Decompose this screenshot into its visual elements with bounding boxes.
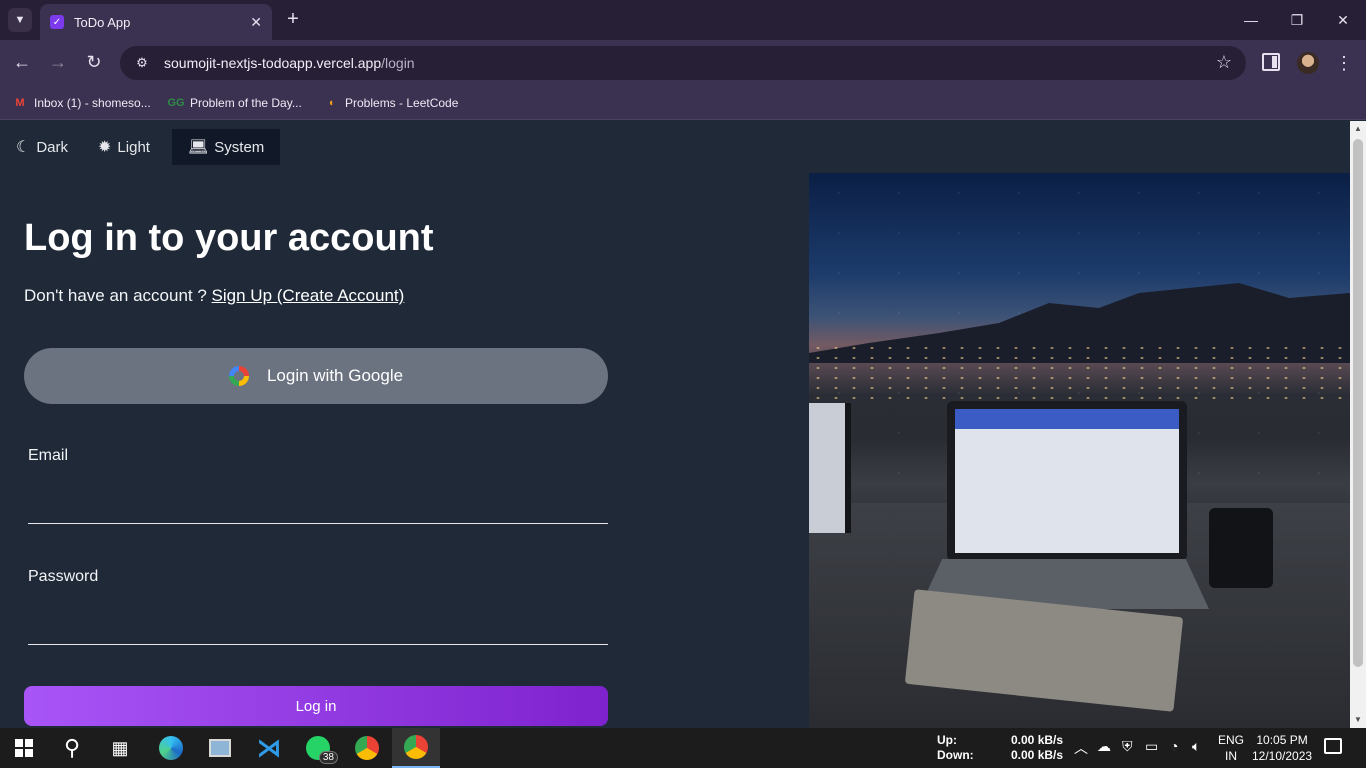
whatsapp-badge: 38 <box>318 751 338 764</box>
download-value: 0.00 kB/s <box>1011 748 1064 762</box>
search-icon[interactable]: ⚲ <box>56 732 88 764</box>
password-label: Password <box>28 568 99 585</box>
network-speed-values: 0.00 kB/s 0.00 kB/s <box>1011 733 1063 763</box>
upload-value: 0.00 kB/s <box>1011 733 1064 747</box>
region-code: IN <box>1225 749 1237 763</box>
scroll-thumb[interactable] <box>1353 139 1363 667</box>
tab-title: ToDo App <box>74 14 131 30</box>
forward-arrow-icon[interactable]: → <box>44 48 72 76</box>
task-view-icon[interactable]: ▦ <box>104 732 136 764</box>
bookmark-leetcode[interactable]: ◖ Problems - LeetCode <box>323 92 459 114</box>
google-icon <box>228 366 249 386</box>
browser-menu-icon[interactable]: ⋮ <box>1334 48 1354 78</box>
email-label: Email <box>28 447 69 464</box>
chrome-active-icon[interactable] <box>392 728 440 768</box>
network-speed-labels: Up: Down: <box>937 733 974 763</box>
language-code: ENG <box>1218 733 1245 747</box>
reload-icon[interactable]: ↻ <box>80 48 108 76</box>
google-button-label: Login with Google <box>266 366 404 385</box>
bookmark-label: Problems - LeetCode <box>345 96 459 110</box>
window-close-icon[interactable]: ✕ <box>1329 8 1357 32</box>
desk-night-photo <box>809 173 1350 728</box>
chrome-profile-icon[interactable] <box>351 732 383 764</box>
theme-light-label: Light <box>117 138 150 156</box>
gmail-icon: M <box>15 97 25 109</box>
theme-dark-label: Dark <box>36 138 69 156</box>
profile-avatar[interactable] <box>1297 52 1319 74</box>
sun-icon: ✹ <box>98 139 112 156</box>
geeksforgeeks-icon: GG <box>167 97 185 109</box>
upload-label: Up: <box>937 733 957 747</box>
tab-close-icon[interactable]: ✕ <box>250 14 262 31</box>
input-language[interactable]: ENG IN <box>1218 732 1244 764</box>
bookmark-label: Problem of the Day... <box>190 96 302 110</box>
battery-icon[interactable]: ▭ <box>1145 738 1158 755</box>
email-field[interactable] <box>28 488 608 524</box>
page-title: Log in to your account <box>24 217 434 259</box>
vscode-icon[interactable]: ⋊ <box>253 732 285 764</box>
clock-time: 10:05 PM <box>1256 733 1308 747</box>
wifi-icon[interactable]: ◔ <box>1170 738 1178 754</box>
bookmark-label: Inbox (1) - shomeso... <box>34 96 151 110</box>
new-tab-button[interactable]: + <box>282 8 304 30</box>
chevron-up-icon[interactable]: ︿ <box>1074 738 1088 758</box>
url-path: /login <box>381 55 415 71</box>
moon-icon: ☾ <box>16 139 31 156</box>
start-button[interactable] <box>8 732 40 764</box>
bookmark-geeksforgeeks[interactable]: GG Problem of the Day... <box>167 92 302 114</box>
whatsapp-icon[interactable]: 38 <box>302 732 338 764</box>
theme-system-label: System <box>214 138 265 156</box>
url-host: soumojit-nextjs-todoapp.vercel.app <box>164 55 382 71</box>
tab-search-button[interactable]: ▼ <box>8 8 32 32</box>
theme-light-button[interactable]: ✹ Light <box>90 129 158 165</box>
address-bar[interactable]: ⚙ soumojit-nextjs-todoapp.vercel.app/log… <box>120 46 1246 80</box>
login-with-google-button[interactable]: Login with Google <box>24 348 608 404</box>
leetcode-icon: ◖ <box>327 97 335 109</box>
login-button[interactable]: Log in <box>24 686 608 726</box>
theme-dark-button[interactable]: ☾ Dark <box>8 129 76 165</box>
edge-icon[interactable] <box>155 732 187 764</box>
back-arrow-icon[interactable]: ← <box>8 48 36 76</box>
theme-switcher: ☾ Dark ✹ Light 💻︎ System <box>8 129 294 165</box>
bookmark-star-icon[interactable]: ☆ <box>1216 52 1232 73</box>
side-panel-icon[interactable] <box>1262 53 1280 71</box>
security-shield-icon[interactable]: ⛨ <box>1122 738 1133 755</box>
scroll-down-icon[interactable]: ▼ <box>1350 712 1366 728</box>
browser-tab-bar: ▼ ✓ ToDo App ✕ + — ❐ ✕ <box>0 0 1366 40</box>
laptop-icon: 💻︎ <box>187 139 209 156</box>
password-field[interactable] <box>28 609 608 645</box>
photo-monitor <box>809 403 851 533</box>
restore-icon[interactable]: ❐ <box>1283 8 1311 32</box>
volume-icon[interactable]: 🔈︎ <box>1192 738 1200 755</box>
signup-prompt-text: Don't have an account ? <box>24 286 212 305</box>
page-scrollbar[interactable]: ▲ ▼ <box>1350 121 1366 728</box>
windows-logo-icon <box>15 739 33 757</box>
photo-laptop-screen <box>947 401 1187 561</box>
todo-app-favicon-icon: ✓ <box>50 15 64 29</box>
login-page: ☾ Dark ✹ Light 💻︎ System Log in to your … <box>0 121 1350 728</box>
bookmarks-bar: M Inbox (1) - shomeso... GG Problem of t… <box>0 86 1366 120</box>
photo-mug <box>1209 508 1273 588</box>
browser-toolbar: ← → ↻ ⚙ soumojit-nextjs-todoapp.vercel.a… <box>0 40 1366 86</box>
scroll-up-icon[interactable]: ▲ <box>1350 121 1366 137</box>
download-label: Down: <box>937 748 974 762</box>
bookmark-gmail[interactable]: M Inbox (1) - shomeso... <box>12 92 151 114</box>
clock-date: 12/10/2023 <box>1252 749 1313 763</box>
photo-city-lights <box>809 343 1350 403</box>
signup-link[interactable]: Sign Up (Create Account) <box>212 286 405 305</box>
notification-center-icon[interactable] <box>1324 738 1342 754</box>
windows-taskbar: ⚲ ▦ ⋊ 38 Up: Down: 0.00 kB/s 0.00 kB/s ︿… <box>0 728 1366 768</box>
system-clock[interactable]: 10:05 PM 12/10/2023 <box>1252 732 1312 764</box>
onedrive-icon[interactable]: ☁ <box>1097 738 1111 755</box>
theme-system-button[interactable]: 💻︎ System <box>171 129 281 165</box>
site-info-icon[interactable]: ⚙ <box>132 53 152 73</box>
signup-prompt: Don't have an account ? Sign Up (Create … <box>24 286 404 306</box>
photo-laptop-display <box>955 409 1179 553</box>
control-panel-icon[interactable] <box>204 732 236 764</box>
minimize-icon[interactable]: — <box>1237 8 1265 32</box>
browser-tab[interactable]: ✓ ToDo App ✕ <box>40 4 272 40</box>
